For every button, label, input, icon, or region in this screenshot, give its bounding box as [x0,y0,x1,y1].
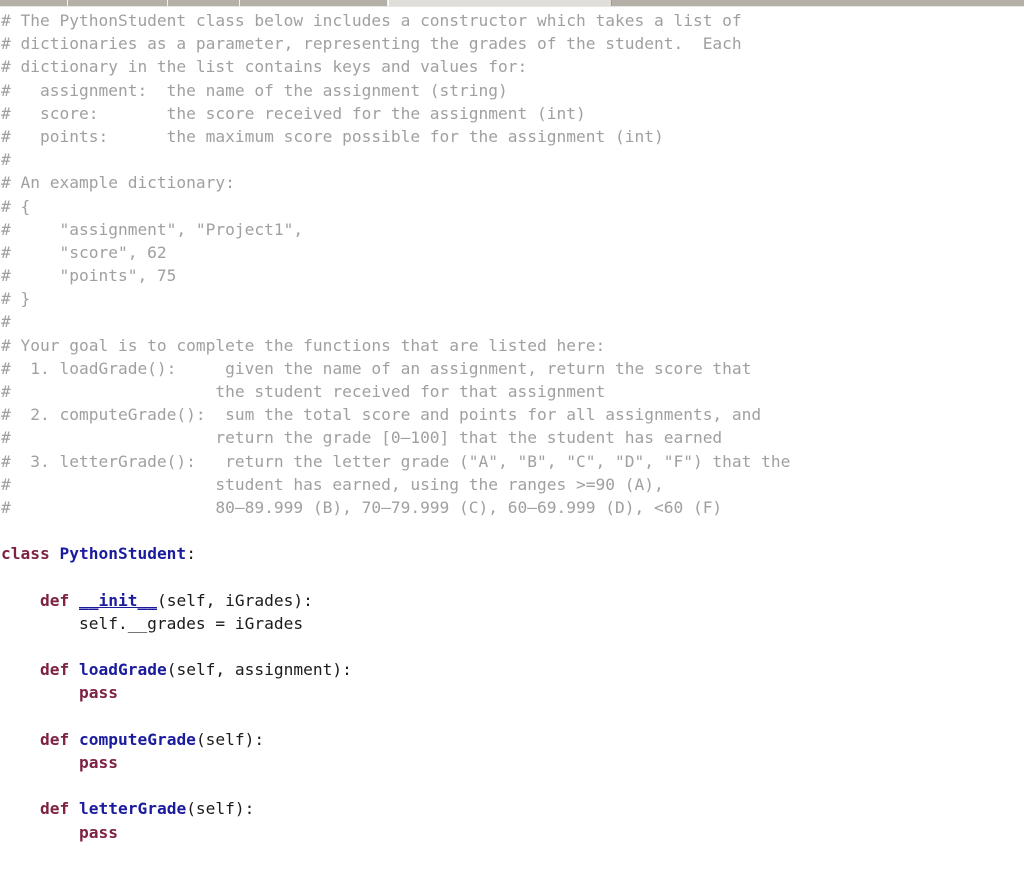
code-token-name-underline: __init__ [78,590,157,610]
code-token-plain: self.__grades = iGrades [1,613,304,633]
code-token-plain: : [186,544,196,564]
code-line[interactable] [1,519,1024,542]
code-token-comment: # { [1,196,31,216]
code-token-comment: # 80–89.999 (B), 70–79.999 (C), 60–69.99… [1,497,723,517]
code-line[interactable]: def __init__(self, iGrades): [1,589,1024,612]
code-token-comment: # the student received for that assignme… [1,382,606,401]
code-token-keyword: def [39,590,70,610]
code-token-comment: # return the grade [0–100] that the stud… [1,428,723,448]
code-line[interactable]: # the student received for that assignme… [1,380,1024,403]
code-token-keyword: def [39,799,70,819]
code-token-comment: # student has earned, using the ranges >… [1,474,664,494]
editor-tab-2[interactable] [68,0,168,6]
code-line[interactable]: # { [1,195,1024,218]
code-line[interactable]: pass [1,821,1024,844]
code-line[interactable]: # dictionary in the list contains keys a… [1,55,1024,78]
code-token-keyword: pass [78,753,118,772]
code-line[interactable] [1,635,1024,658]
code-token-comment: # "points", 75 [1,266,177,286]
code-line[interactable]: # } [1,287,1024,310]
code-line[interactable]: # The PythonStudent class below includes… [1,9,1024,32]
code-token-comment: # dictionary in the list contains keys a… [1,57,528,77]
code-line[interactable] [1,705,1024,728]
code-line[interactable]: # assignment: the name of the assignment… [1,79,1024,102]
code-line[interactable]: # [1,310,1024,333]
code-token-name: letterGrade [78,799,187,819]
code-token-comment: # 1. loadGrade(): given the name of an a… [1,358,752,378]
code-line[interactable]: pass [1,751,1024,774]
code-token-comment: # [1,312,11,332]
code-line[interactable]: def letterGrade(self): [1,797,1024,820]
code-line[interactable]: # 3. letterGrade(): return the letter gr… [1,450,1024,473]
code-token-comment: # 3. letterGrade(): return the letter gr… [1,451,791,471]
code-line[interactable]: def loadGrade(self, assignment): [1,658,1024,681]
code-line[interactable]: # score: the score received for the assi… [1,102,1024,125]
code-line[interactable]: # points: the maximum score possible for… [1,125,1024,148]
code-token-comment: # "score", 62 [1,242,167,262]
code-token-comment: # An example dictionary: [1,173,235,193]
code-line[interactable]: pass [1,681,1024,704]
code-line[interactable]: class PythonStudent: [1,542,1024,565]
code-token-comment: # Your goal is to complete the functions… [1,335,606,355]
code-token-keyword: pass [78,683,118,703]
code-token-plain: (self): [186,799,255,819]
editor-tab-3[interactable] [168,0,240,6]
code-token-comment: # points: the maximum score possible for… [1,126,664,146]
editor-tab-6[interactable] [612,0,1024,6]
code-editor-pane[interactable]: # The PythonStudent class below includes… [0,7,1024,884]
code-token-comment: # } [1,289,31,309]
code-line[interactable]: def computeGrade(self): [1,728,1024,751]
code-line[interactable]: # "score", 62 [1,241,1024,264]
code-line[interactable]: # return the grade [0–100] that the stud… [1,426,1024,449]
code-line[interactable]: # 1. loadGrade(): given the name of an a… [1,357,1024,380]
code-token-comment: # "assignment", "Project1", [1,219,304,239]
code-line[interactable] [1,774,1024,797]
code-line[interactable]: # student has earned, using the ranges >… [1,473,1024,496]
code-token-comment: # assignment: the name of the assignment… [1,80,508,100]
code-token-keyword: def [39,660,70,680]
code-token-keyword: def [39,729,70,749]
editor-tab-5[interactable] [388,0,612,6]
code-token-comment: # [1,150,11,170]
code-token-comment: # The PythonStudent class below includes… [1,11,742,30]
code-line[interactable]: # 80–89.999 (B), 70–79.999 (C), 60–69.99… [1,496,1024,519]
code-line[interactable]: # "points", 75 [1,264,1024,287]
editor-tab-4[interactable] [240,0,388,6]
code-token-plain: (self): [195,729,265,749]
editor-tab-1[interactable] [0,0,68,6]
code-line[interactable]: # [1,148,1024,171]
code-token-plain: (self, iGrades): [156,590,313,610]
code-line[interactable]: # "assignment", "Project1", [1,218,1024,241]
code-line[interactable]: # dictionaries as a parameter, represent… [1,32,1024,55]
code-line[interactable]: # Your goal is to complete the functions… [1,334,1024,357]
code-token-comment: # score: the score received for the assi… [1,103,586,123]
code-token-comment: # 2. computeGrade(): sum the total score… [1,405,762,425]
code-line[interactable] [1,566,1024,589]
code-token-keyword: pass [78,822,118,842]
code-line[interactable] [1,844,1024,867]
code-token-name: loadGrade [78,660,167,680]
code-token-comment: # dictionaries as a parameter, represent… [1,34,742,54]
code-line[interactable]: # 2. computeGrade(): sum the total score… [1,403,1024,426]
code-token-name: computeGrade [78,729,196,749]
editor-tab-strip[interactable] [0,0,1024,7]
code-token-name: PythonStudent [59,544,187,564]
code-line[interactable]: # An example dictionary: [1,171,1024,194]
code-text-area[interactable]: # The PythonStudent class below includes… [0,7,1024,867]
code-token-keyword: class [1,544,50,564]
code-token-plain: (self, assignment): [166,660,352,680]
code-line[interactable]: self.__grades = iGrades [1,612,1024,635]
